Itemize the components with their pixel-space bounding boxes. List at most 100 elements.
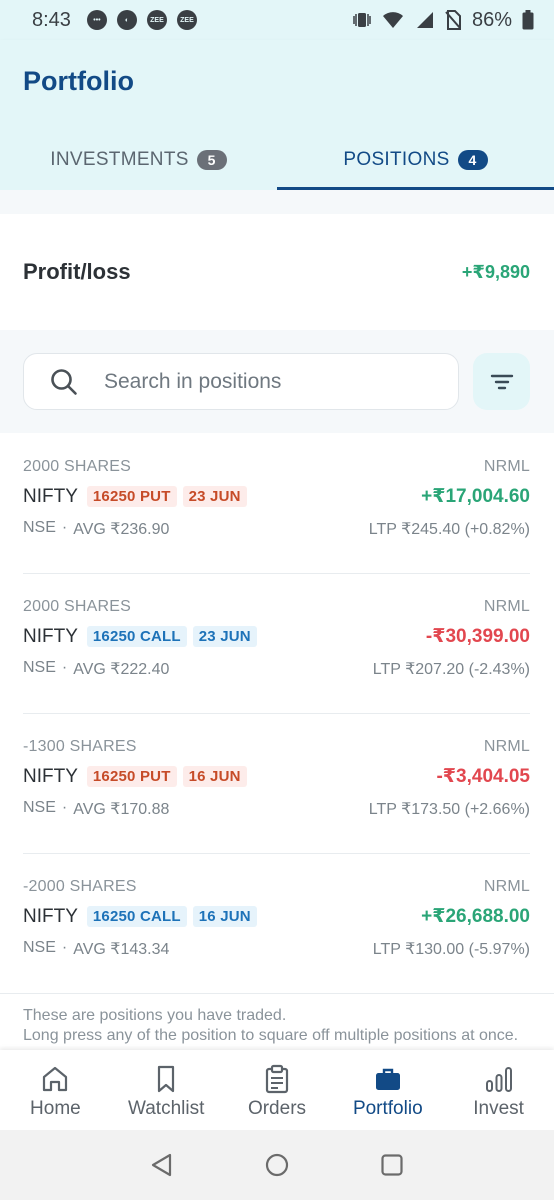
status-bar: 8:43 ••• ◐ ZEE ZEE 86% <box>0 0 554 40</box>
nav-invest-label: Invest <box>473 1098 524 1119</box>
position-avg: AVG ₹222.40 <box>73 661 170 678</box>
separator-dot: · <box>61 939 68 956</box>
position-quantity: -2000 SHARES <box>23 878 137 895</box>
filter-icon <box>490 374 513 389</box>
home-circle-icon[interactable] <box>264 1152 290 1178</box>
bar-chart-icon <box>485 1067 512 1092</box>
position-strike-tag: 16250 CALL <box>86 626 187 647</box>
briefcase-icon <box>375 1068 400 1090</box>
position-expiry-tag: 23 JUN <box>182 486 247 507</box>
tab-investments-label: INVESTMENTS <box>50 149 189 170</box>
position-avg: AVG ₹143.34 <box>73 941 170 958</box>
positions-list: 2000 SHARES NRML NIFTY 16250 PUT 23 JUN … <box>0 433 554 993</box>
nav-portfolio-label: Portfolio <box>352 1098 423 1119</box>
nav-portfolio[interactable]: Portfolio <box>332 1050 443 1130</box>
position-symbol: NIFTY <box>23 625 78 647</box>
no-sim-icon <box>445 10 461 30</box>
position-exchange: NSE <box>23 519 56 536</box>
separator-dot: · <box>61 799 68 816</box>
footer-note-line-1: These are positions you have traded. <box>23 1007 287 1024</box>
tab-investments[interactable]: INVESTMENTS 5 <box>0 130 277 190</box>
profit-loss-label: Profit/loss <box>23 259 131 284</box>
position-ltp: LTP ₹245.40 (+0.82%) <box>368 521 530 538</box>
nav-watchlist-label: Watchlist <box>128 1098 205 1119</box>
position-expiry-tag: 16 JUN <box>192 906 257 927</box>
position-item[interactable]: -1300 SHARES NRML NIFTY 16250 PUT 16 JUN… <box>0 713 554 853</box>
position-pnl: +₹26,688.00 <box>421 906 530 927</box>
bookmark-icon <box>158 1065 175 1093</box>
position-item[interactable]: 2000 SHARES NRML NIFTY 16250 CALL 23 JUN… <box>0 573 554 713</box>
page-title: Portfolio <box>23 66 134 96</box>
position-symbol: NIFTY <box>23 905 78 927</box>
position-exchange: NSE <box>23 799 56 816</box>
position-pnl: -₹30,399.00 <box>425 626 530 647</box>
position-symbol: NIFTY <box>23 485 78 507</box>
search-box[interactable] <box>23 353 459 410</box>
position-strike-tag: 16250 CALL <box>86 906 187 927</box>
tab-positions-label: POSITIONS <box>343 149 450 170</box>
recents-icon[interactable] <box>380 1153 404 1177</box>
position-pnl: -₹3,404.05 <box>436 766 530 787</box>
profit-loss-summary: Profit/loss +₹9,890 <box>0 214 554 330</box>
positions-count-badge: 4 <box>457 150 488 170</box>
position-avg: AVG ₹236.90 <box>73 521 170 538</box>
position-strike-tag: 16250 PUT <box>86 766 177 787</box>
position-item[interactable]: 2000 SHARES NRML NIFTY 16250 PUT 23 JUN … <box>0 433 554 573</box>
position-strike-tag: 16250 PUT <box>86 486 177 507</box>
position-product: NRML <box>483 878 530 895</box>
position-quantity: -1300 SHARES <box>23 738 137 755</box>
position-product: NRML <box>483 738 530 755</box>
separator-dot: · <box>61 519 68 536</box>
wifi-icon <box>382 12 403 28</box>
nav-home[interactable]: Home <box>0 1050 111 1130</box>
search-input[interactable] <box>104 369 404 394</box>
chat-notification-icon: ••• <box>86 10 107 30</box>
nav-watchlist[interactable]: Watchlist <box>111 1050 222 1130</box>
portfolio-header: Portfolio INVESTMENTS 5 POSITIONS 4 <box>0 40 554 190</box>
search-icon <box>51 368 77 395</box>
position-pnl: +₹17,004.60 <box>421 486 530 507</box>
section-spacer <box>0 190 554 214</box>
position-symbol: NIFTY <box>23 765 78 787</box>
app-notification-icon: ◐ <box>116 10 137 30</box>
app-screen: 8:43 ••• ◐ ZEE ZEE 86% Portfolio INVESTM… <box>0 0 554 1200</box>
vibrate-icon <box>353 13 371 27</box>
nav-orders-label: Orders <box>247 1098 307 1119</box>
position-item[interactable]: -2000 SHARES NRML NIFTY 16250 CALL 16 JU… <box>0 853 554 993</box>
bottom-navigation: Home Watchlist Orders Portfolio Invest <box>0 1050 554 1130</box>
battery-icon <box>522 10 534 30</box>
nav-invest[interactable]: Invest <box>443 1050 554 1130</box>
back-icon[interactable] <box>150 1152 174 1178</box>
home-icon <box>43 1066 68 1092</box>
status-time: 8:43 <box>32 8 71 31</box>
battery-percent: 86% <box>471 8 512 31</box>
filter-button[interactable] <box>473 353 530 410</box>
position-expiry-tag: 16 JUN <box>182 766 247 787</box>
portfolio-tabs: INVESTMENTS 5 POSITIONS 4 <box>0 130 554 190</box>
position-exchange: NSE <box>23 659 56 676</box>
positions-footer-note: These are positions you have traded. Lon… <box>0 993 554 1050</box>
profit-loss-value: +₹9,890 <box>461 261 530 282</box>
position-expiry-tag: 23 JUN <box>192 626 257 647</box>
separator-dot: · <box>61 659 68 676</box>
signal-icon <box>416 12 433 28</box>
position-quantity: 2000 SHARES <box>23 458 132 475</box>
position-avg: AVG ₹170.88 <box>73 801 170 818</box>
position-product: NRML <box>483 458 530 475</box>
clipboard-icon <box>265 1064 289 1094</box>
position-exchange: NSE <box>23 939 56 956</box>
zee-notification-icon-2: ZEE <box>176 10 197 30</box>
search-bar-area <box>0 330 554 433</box>
position-ltp: LTP ₹207.20 (-2.43%) <box>372 661 530 678</box>
zee-notification-icon: ZEE <box>146 10 167 30</box>
position-quantity: 2000 SHARES <box>23 598 132 615</box>
system-navigation-bar <box>0 1130 554 1200</box>
position-ltp: LTP ₹173.50 (+2.66%) <box>368 801 530 818</box>
nav-orders[interactable]: Orders <box>222 1050 333 1130</box>
nav-home-label: Home <box>30 1098 81 1119</box>
investments-count-badge: 5 <box>196 150 227 170</box>
position-product: NRML <box>483 598 530 615</box>
tab-positions[interactable]: POSITIONS 4 <box>277 130 554 190</box>
footer-note-line-2: Long press any of the position to square… <box>23 1027 519 1044</box>
position-ltp: LTP ₹130.00 (-5.97%) <box>372 941 530 958</box>
